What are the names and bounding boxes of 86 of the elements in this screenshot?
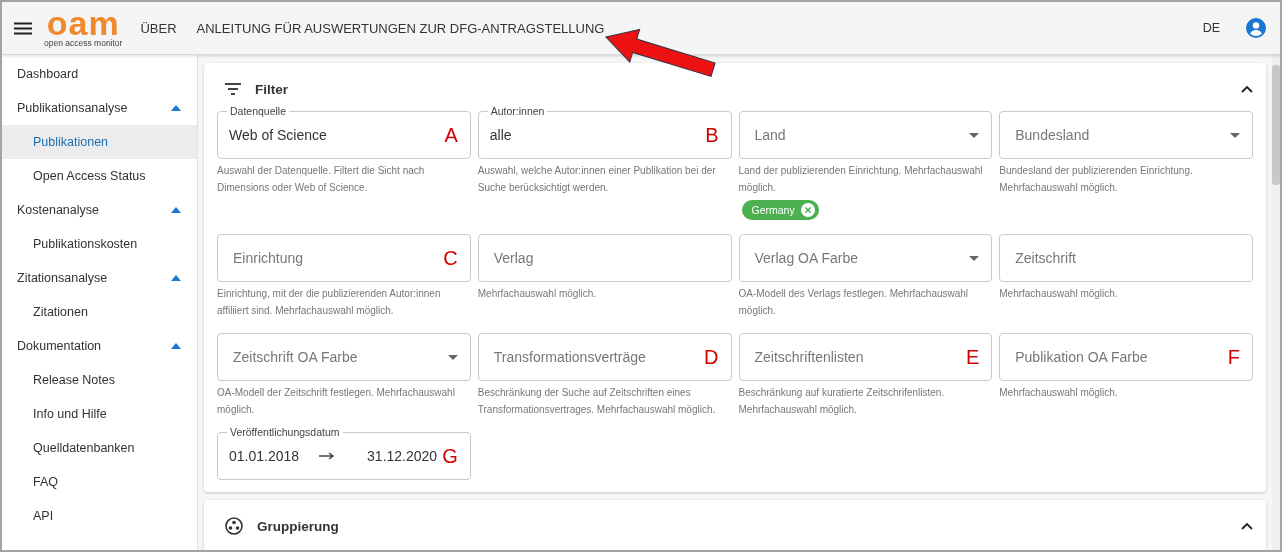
menu-icon[interactable] — [14, 21, 32, 35]
date-to: 31.12.2020 — [367, 448, 438, 464]
section-title: Gruppierung — [257, 518, 339, 534]
field-label: Datenquelle — [227, 105, 290, 118]
helper-text: Mehrfachauswahl möglich. — [477, 287, 598, 301]
annotation-letter: F — [1227, 345, 1240, 369]
annotation-letter: B — [705, 123, 719, 147]
sidebar-item[interactable]: Open Access Status — [2, 159, 197, 193]
input-field[interactable]: Zeitschriftenlisten E — [738, 333, 993, 381]
select-field[interactable]: Bundesland — [999, 111, 1253, 159]
select-field[interactable]: Verlag OA Farbe — [738, 234, 993, 282]
nav-link[interactable]: ANLEITUNG FÜR AUSWERTUNGEN ZUR DFG-ANTRAGSTELLUNG — [196, 20, 605, 36]
field-placeholder: Verlag — [493, 250, 534, 266]
annotation-letter: D — [704, 345, 719, 369]
dropdown-caret-icon — [969, 255, 980, 261]
sidebar-item[interactable]: Quelldatenbanken — [2, 431, 197, 465]
helper-text: Auswahl, welche Autor:innen einer Publikation bei der Suche berücksichtigt werden. — [477, 164, 717, 195]
helper-text: Bundesland der publizierenden Einrichtung. Mehrfachauswahl möglich. — [999, 164, 1194, 195]
collapse-caret-icon[interactable] — [171, 343, 181, 349]
helper-text: Auswahl der Datenquelle. Filtert die Sicht nach Dimensions oder Web of Science. — [217, 164, 426, 195]
helper-text: Beschränkung auf kuratierte Zeitschrifenlisten. Mehrfachauswahl möglich. — [738, 386, 946, 417]
sidebar-item[interactable]: Info und Hilfe — [2, 397, 197, 431]
field-placeholder: Einrichtung — [233, 250, 304, 266]
helper-text: Beschränkung der Suche auf Zeitschriften eines Transformationsvertrages. Mehrfachauswahl möglich. — [477, 386, 717, 417]
collapse-icon[interactable] — [1241, 85, 1253, 93]
sidebar-item[interactable]: Zitationen — [2, 295, 197, 329]
field-placeholder: Zeitschrift — [1015, 250, 1076, 266]
field-placeholder: Zeitschriftenlisten — [754, 349, 864, 365]
collapse-caret-icon[interactable] — [171, 207, 181, 213]
nav-link[interactable]: ÜBER — [140, 20, 177, 36]
annotation-letter: A — [444, 123, 458, 147]
annotation-letter: C — [443, 246, 458, 270]
sidebar-item[interactable]: Release Notes — [2, 363, 197, 397]
collapse-caret-icon[interactable] — [171, 105, 181, 111]
field-placeholder: Publikation OA Farbe — [1015, 349, 1148, 365]
field-placeholder: Bundesland — [1015, 127, 1090, 143]
annotation-letter: E — [965, 345, 980, 369]
input-field[interactable]: Verlag — [477, 234, 732, 282]
field-placeholder: Transformationsverträge — [493, 349, 646, 365]
scrollbar[interactable] — [1272, 55, 1280, 550]
logo-subtitle: open access monitor — [44, 38, 123, 48]
input-field[interactable]: Transformationsverträge D — [477, 333, 732, 381]
field-value: Web of Science — [229, 127, 327, 143]
dropdown-caret-icon — [969, 132, 980, 138]
sidebar-group[interactable]: Dashboard — [2, 57, 197, 91]
sidebar-group[interactable]: Zitationsanalyse — [2, 261, 197, 295]
dropdown-caret-icon — [447, 354, 458, 360]
sidebar-group[interactable]: Kostenanalyse — [2, 193, 197, 227]
field-placeholder: Zeitschrift OA Farbe — [233, 349, 358, 365]
date-from: 01.01.2018 — [229, 448, 300, 464]
sidebar-item[interactable]: Publikationen — [2, 125, 197, 159]
collapse-caret-icon[interactable] — [171, 275, 181, 281]
sidebar-item[interactable]: FAQ — [2, 465, 197, 499]
field-label: Veröffentlichungsdatum — [227, 426, 343, 439]
helper-text: OA-Modell des Verlags festlegen. Mehrfachauswahl möglich. — [738, 287, 970, 318]
sidebar-group[interactable]: Dokumentation — [2, 329, 197, 363]
input-field[interactable]: Publikation OA Farbe F — [999, 333, 1253, 381]
logo-mark: oam — [46, 8, 120, 38]
logo[interactable]: oam open access monitor — [44, 8, 123, 48]
input-field[interactable]: Einrichtung C — [217, 234, 471, 282]
annotation-arrow-icon — [604, 28, 718, 79]
field-label: Autor:innen — [487, 105, 548, 118]
input-field[interactable]: Zeitschrift — [999, 234, 1253, 282]
field-value: alle — [489, 127, 512, 143]
select-field[interactable]: Zeitschrift OA Farbe — [217, 333, 471, 381]
account-icon[interactable] — [1246, 18, 1266, 38]
remove-icon[interactable] — [800, 203, 815, 217]
annotation-letter: G — [442, 444, 458, 468]
helper-text: Einrichtung, mit der die publizierenden Autor:innen affiliiert sind. Mehrfachauswahl möglich. — [217, 287, 442, 318]
field-placeholder: Land — [754, 127, 786, 143]
group-icon — [225, 517, 243, 535]
sidebar-group[interactable]: Publikationsanalyse — [2, 91, 197, 125]
language-selector[interactable]: DE — [1202, 21, 1220, 35]
helper-text: Mehrfachauswahl möglich. — [999, 287, 1119, 301]
dropdown-caret-icon — [1230, 132, 1240, 138]
section-title: Filter — [255, 81, 288, 97]
helper-text: OA-Modell der Zeitschrift festlegen. Mehrfachauswahl möglich. — [217, 386, 456, 417]
helper-text: Land der publizierenden Einrichtung. Mehrfachauswahl möglich. — [738, 164, 984, 195]
helper-text: Mehrfachauswahl möglich. — [999, 386, 1119, 400]
select-field[interactable]: Land — [738, 111, 993, 159]
filter-icon — [225, 83, 241, 95]
collapse-icon[interactable] — [1241, 522, 1253, 530]
sidebar-item[interactable]: Publikationskosten — [2, 227, 197, 261]
arrow-right-icon — [319, 452, 336, 460]
sidebar-item[interactable]: API — [2, 499, 197, 533]
field-placeholder: Verlag OA Farbe — [754, 250, 858, 266]
